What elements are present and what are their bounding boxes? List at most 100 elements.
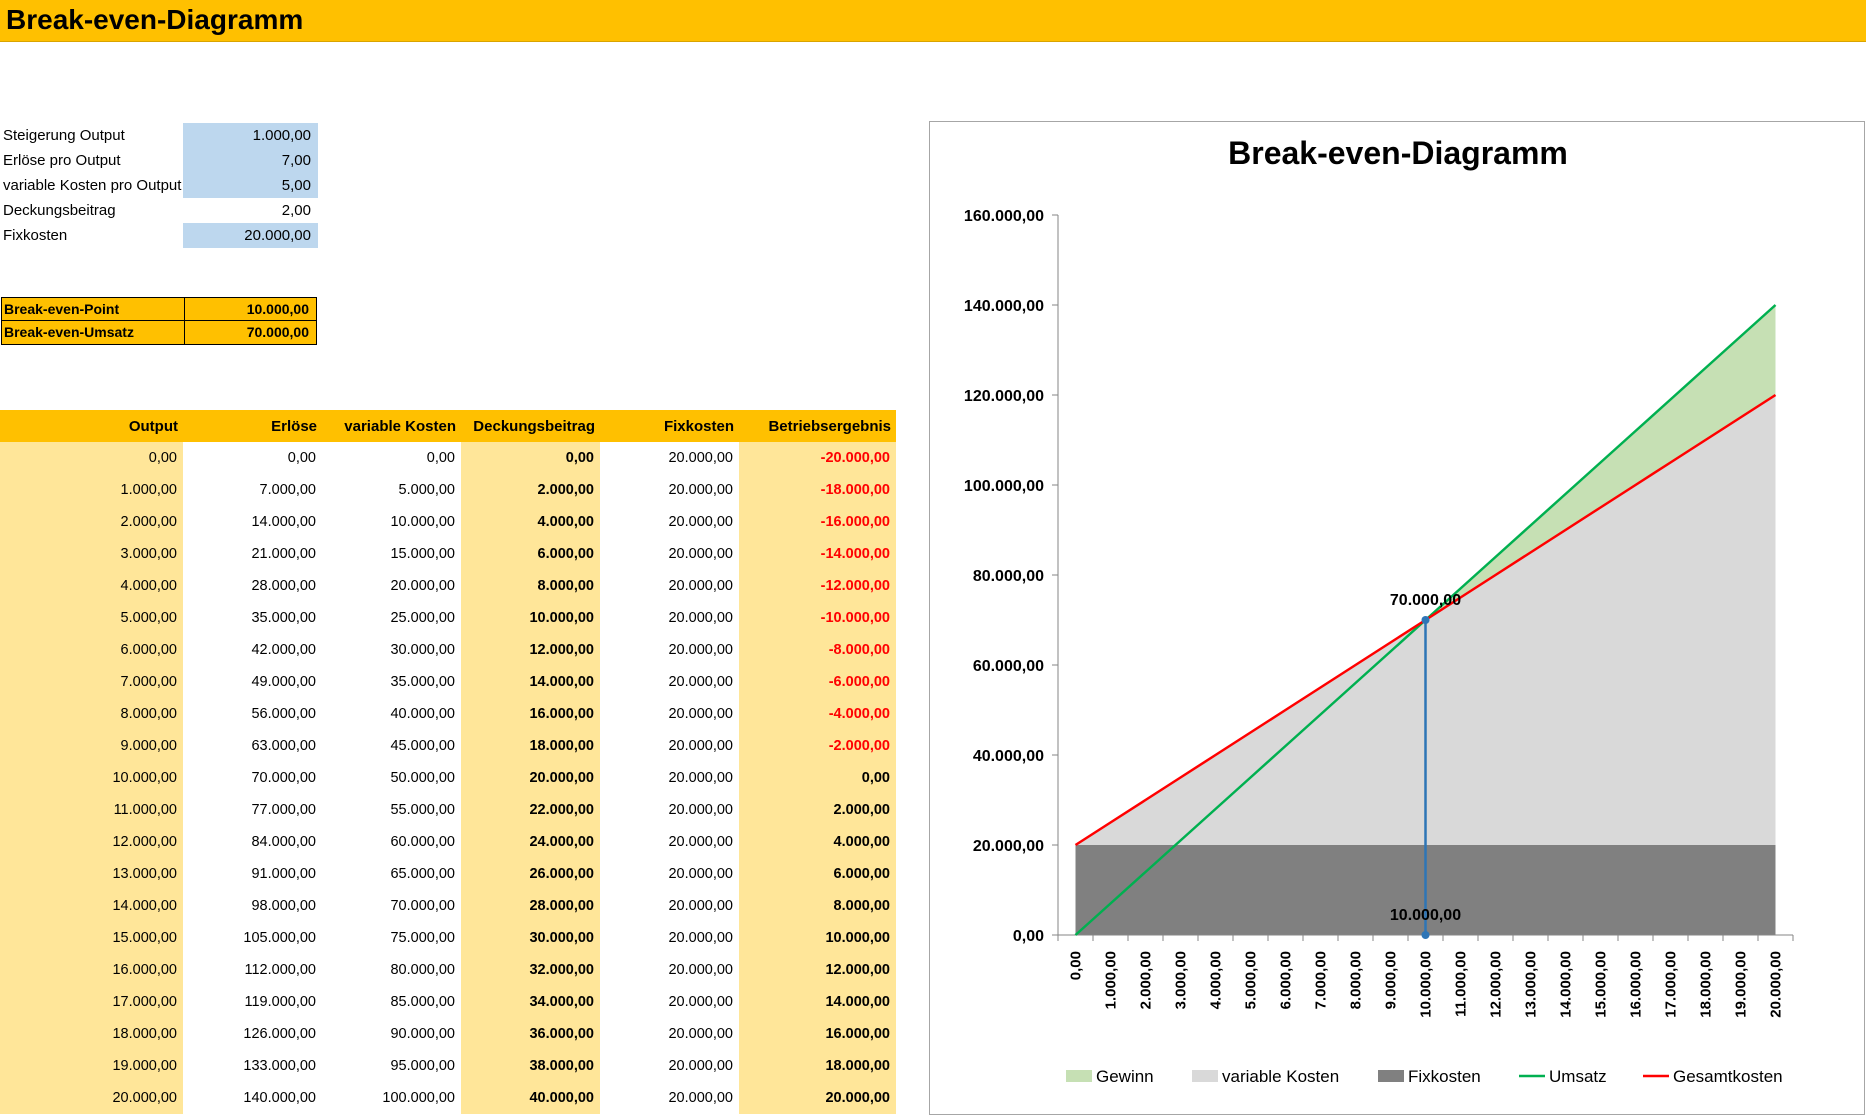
- cell-erloese[interactable]: 98.000,00: [183, 890, 322, 922]
- param-input-steigerung[interactable]: 1.000,00: [183, 123, 318, 148]
- cell-variable-kosten[interactable]: 100.000,00: [322, 1082, 461, 1114]
- cell-variable-kosten[interactable]: 30.000,00: [322, 634, 461, 666]
- cell-deckungsbeitrag[interactable]: 4.000,00: [461, 506, 600, 538]
- cell-variable-kosten[interactable]: 55.000,00: [322, 794, 461, 826]
- cell-fixkosten[interactable]: 20.000,00: [600, 858, 739, 890]
- cell-betriebsergebnis[interactable]: 16.000,00: [739, 1018, 896, 1050]
- cell-deckungsbeitrag[interactable]: 14.000,00: [461, 666, 600, 698]
- header-variable-kosten[interactable]: variable Kosten: [322, 410, 461, 442]
- cell-variable-kosten[interactable]: 20.000,00: [322, 570, 461, 602]
- cell-fixkosten[interactable]: 20.000,00: [600, 954, 739, 986]
- cell-deckungsbeitrag[interactable]: 22.000,00: [461, 794, 600, 826]
- cell-erloese[interactable]: 35.000,00: [183, 602, 322, 634]
- cell-deckungsbeitrag[interactable]: 20.000,00: [461, 762, 600, 794]
- cell-betriebsergebnis[interactable]: -10.000,00: [739, 602, 896, 634]
- cell-erloese[interactable]: 63.000,00: [183, 730, 322, 762]
- cell-erloese[interactable]: 105.000,00: [183, 922, 322, 954]
- cell-fixkosten[interactable]: 20.000,00: [600, 538, 739, 570]
- cell-variable-kosten[interactable]: 50.000,00: [322, 762, 461, 794]
- cell-deckungsbeitrag[interactable]: 28.000,00: [461, 890, 600, 922]
- cell-variable-kosten[interactable]: 90.000,00: [322, 1018, 461, 1050]
- cell-erloese[interactable]: 0,00: [183, 442, 322, 474]
- cell-output[interactable]: 8.000,00: [0, 698, 183, 730]
- cell-betriebsergebnis[interactable]: 12.000,00: [739, 954, 896, 986]
- cell-output[interactable]: 7.000,00: [0, 666, 183, 698]
- cell-fixkosten[interactable]: 20.000,00: [600, 698, 739, 730]
- cell-output[interactable]: 5.000,00: [0, 602, 183, 634]
- cell-betriebsergebnis[interactable]: 2.000,00: [739, 794, 896, 826]
- cell-erloese[interactable]: 42.000,00: [183, 634, 322, 666]
- cell-deckungsbeitrag[interactable]: 2.000,00: [461, 474, 600, 506]
- cell-fixkosten[interactable]: 20.000,00: [600, 826, 739, 858]
- cell-output[interactable]: 18.000,00: [0, 1018, 183, 1050]
- break-even-chart[interactable]: Break-even-Diagramm 0,00 20.000,00 40.000,0…: [929, 121, 1865, 1115]
- header-erloese[interactable]: Erlöse: [183, 410, 322, 442]
- cell-erloese[interactable]: 119.000,00: [183, 986, 322, 1018]
- cell-variable-kosten[interactable]: 85.000,00: [322, 986, 461, 1018]
- cell-betriebsergebnis[interactable]: 18.000,00: [739, 1050, 896, 1082]
- header-fixkosten[interactable]: Fixkosten: [600, 410, 739, 442]
- cell-betriebsergebnis[interactable]: -16.000,00: [739, 506, 896, 538]
- cell-fixkosten[interactable]: 20.000,00: [600, 986, 739, 1018]
- cell-variable-kosten[interactable]: 75.000,00: [322, 922, 461, 954]
- cell-deckungsbeitrag[interactable]: 16.000,00: [461, 698, 600, 730]
- cell-betriebsergebnis[interactable]: -20.000,00: [739, 442, 896, 474]
- cell-output[interactable]: 17.000,00: [0, 986, 183, 1018]
- param-input-fixkosten[interactable]: 20.000,00: [183, 223, 318, 248]
- cell-erloese[interactable]: 70.000,00: [183, 762, 322, 794]
- cell-fixkosten[interactable]: 20.000,00: [600, 1082, 739, 1114]
- cell-output[interactable]: 13.000,00: [0, 858, 183, 890]
- cell-fixkosten[interactable]: 20.000,00: [600, 890, 739, 922]
- cell-output[interactable]: 4.000,00: [0, 570, 183, 602]
- cell-variable-kosten[interactable]: 5.000,00: [322, 474, 461, 506]
- break-even-point-row[interactable]: Break-even-Point 10.000,00: [1, 297, 317, 321]
- cell-erloese[interactable]: 133.000,00: [183, 1050, 322, 1082]
- cell-variable-kosten[interactable]: 45.000,00: [322, 730, 461, 762]
- cell-deckungsbeitrag[interactable]: 32.000,00: [461, 954, 600, 986]
- cell-betriebsergebnis[interactable]: -14.000,00: [739, 538, 896, 570]
- cell-variable-kosten[interactable]: 65.000,00: [322, 858, 461, 890]
- cell-deckungsbeitrag[interactable]: 8.000,00: [461, 570, 600, 602]
- cell-betriebsergebnis[interactable]: -18.000,00: [739, 474, 896, 506]
- cell-erloese[interactable]: 49.000,00: [183, 666, 322, 698]
- cell-fixkosten[interactable]: 20.000,00: [600, 1018, 739, 1050]
- cell-fixkosten[interactable]: 20.000,00: [600, 634, 739, 666]
- cell-betriebsergebnis[interactable]: 8.000,00: [739, 890, 896, 922]
- cell-output[interactable]: 12.000,00: [0, 826, 183, 858]
- cell-deckungsbeitrag[interactable]: 40.000,00: [461, 1082, 600, 1114]
- cell-variable-kosten[interactable]: 0,00: [322, 442, 461, 474]
- cell-deckungsbeitrag[interactable]: 38.000,00: [461, 1050, 600, 1082]
- cell-variable-kosten[interactable]: 60.000,00: [322, 826, 461, 858]
- cell-variable-kosten[interactable]: 70.000,00: [322, 890, 461, 922]
- header-output[interactable]: Output: [0, 410, 183, 442]
- cell-variable-kosten[interactable]: 80.000,00: [322, 954, 461, 986]
- cell-erloese[interactable]: 21.000,00: [183, 538, 322, 570]
- cell-output[interactable]: 0,00: [0, 442, 183, 474]
- cell-betriebsergebnis[interactable]: -4.000,00: [739, 698, 896, 730]
- cell-output[interactable]: 10.000,00: [0, 762, 183, 794]
- header-betriebsergebnis[interactable]: Betriebsergebnis: [739, 410, 896, 442]
- cell-output[interactable]: 16.000,00: [0, 954, 183, 986]
- cell-deckungsbeitrag[interactable]: 12.000,00: [461, 634, 600, 666]
- cell-output[interactable]: 20.000,00: [0, 1082, 183, 1114]
- cell-deckungsbeitrag[interactable]: 18.000,00: [461, 730, 600, 762]
- cell-betriebsergebnis[interactable]: 6.000,00: [739, 858, 896, 890]
- cell-output[interactable]: 6.000,00: [0, 634, 183, 666]
- cell-fixkosten[interactable]: 20.000,00: [600, 474, 739, 506]
- cell-output[interactable]: 15.000,00: [0, 922, 183, 954]
- cell-deckungsbeitrag[interactable]: 6.000,00: [461, 538, 600, 570]
- cell-betriebsergebnis[interactable]: 10.000,00: [739, 922, 896, 954]
- cell-fixkosten[interactable]: 20.000,00: [600, 1050, 739, 1082]
- cell-deckungsbeitrag[interactable]: 30.000,00: [461, 922, 600, 954]
- cell-variable-kosten[interactable]: 35.000,00: [322, 666, 461, 698]
- cell-output[interactable]: 1.000,00: [0, 474, 183, 506]
- cell-variable-kosten[interactable]: 25.000,00: [322, 602, 461, 634]
- cell-fixkosten[interactable]: 20.000,00: [600, 602, 739, 634]
- cell-erloese[interactable]: 126.000,00: [183, 1018, 322, 1050]
- cell-fixkosten[interactable]: 20.000,00: [600, 794, 739, 826]
- cell-deckungsbeitrag[interactable]: 26.000,00: [461, 858, 600, 890]
- cell-fixkosten[interactable]: 20.000,00: [600, 762, 739, 794]
- cell-variable-kosten[interactable]: 40.000,00: [322, 698, 461, 730]
- cell-output[interactable]: 3.000,00: [0, 538, 183, 570]
- cell-fixkosten[interactable]: 20.000,00: [600, 730, 739, 762]
